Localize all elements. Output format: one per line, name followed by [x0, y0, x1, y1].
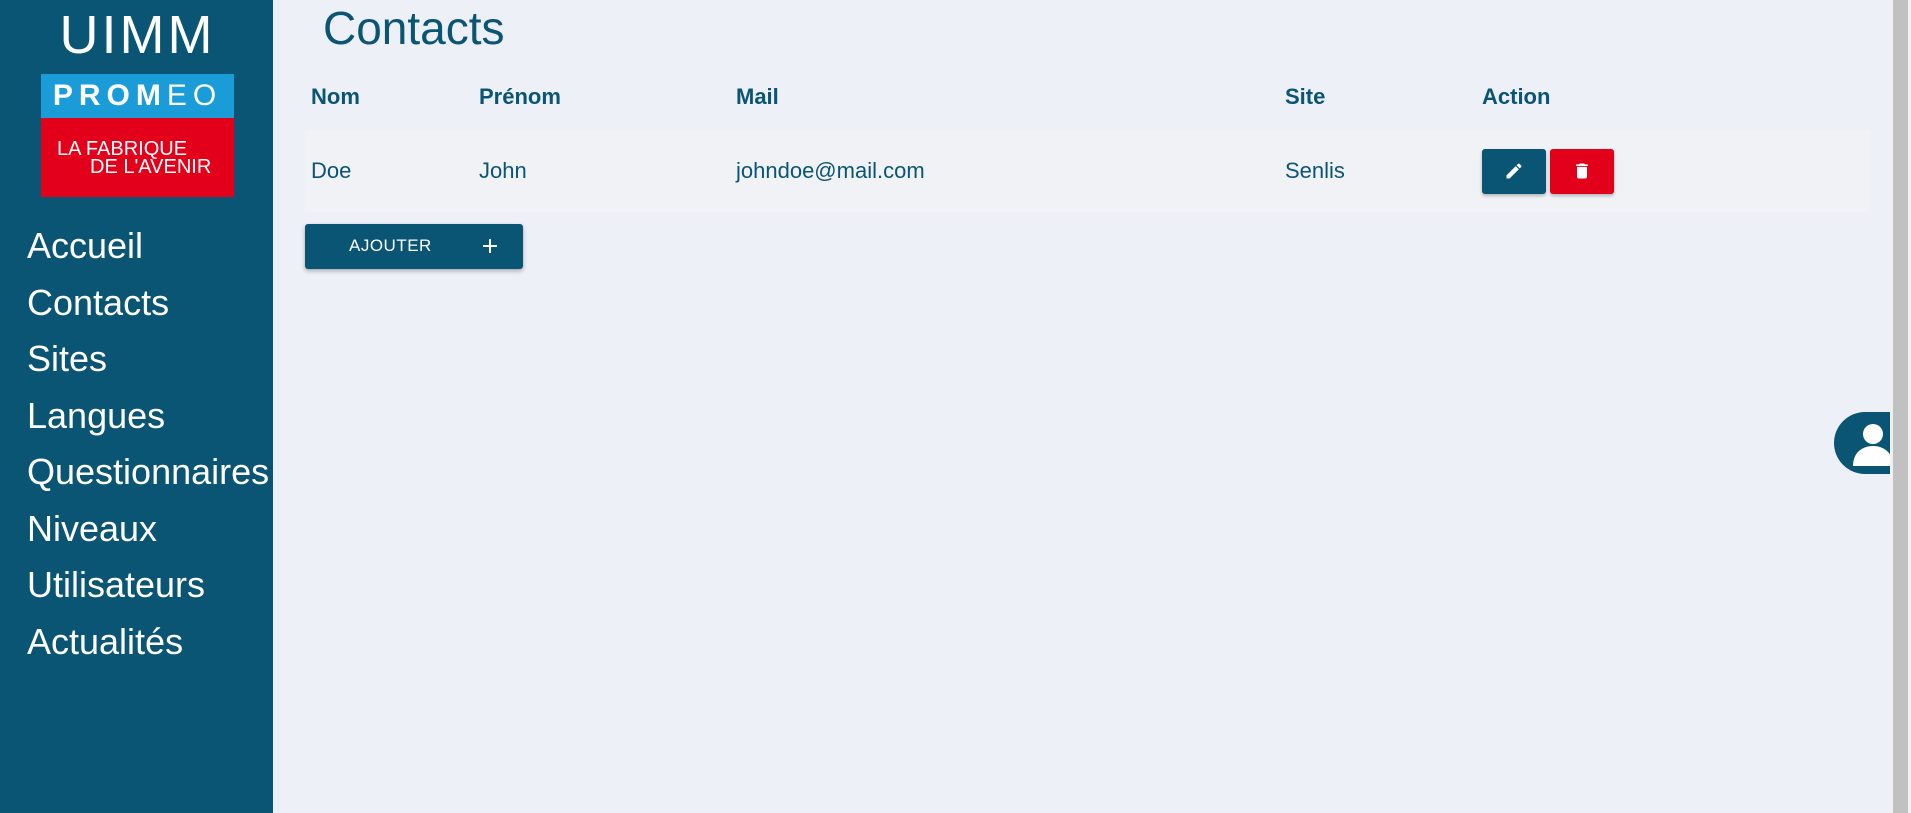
- uimm-promeo-logo[interactable]: UIMM PROMEO LA FABRIQUE DE L'AVENIR: [41, 0, 234, 197]
- sidebar-item-questionnaires[interactable]: Questionnaires: [27, 448, 269, 505]
- sidebar-item-utilisateurs[interactable]: Utilisateurs: [27, 561, 269, 618]
- trash-icon: [1576, 163, 1588, 179]
- table-row: Doe John johndoe@mail.com Senlis: [305, 130, 1870, 212]
- column-header-site: Site: [1285, 84, 1326, 109]
- sidebar-item-contacts[interactable]: Contacts: [27, 279, 269, 336]
- sidebar-nav: Accueil Contacts Sites Langues Questionn…: [27, 222, 269, 674]
- contacts-table: Nom Prénom Mail Site Action Doe John joh…: [305, 78, 1870, 212]
- plus-icon: [483, 239, 497, 253]
- page-title: Contacts: [323, 2, 505, 54]
- column-header-nom: Nom: [311, 84, 360, 109]
- delete-button[interactable]: [1550, 149, 1614, 194]
- logo-uimm-text: UIMM: [41, 0, 234, 74]
- add-contact-button[interactable]: AJOUTER: [305, 224, 523, 269]
- logo-tagline: LA FABRIQUE DE L'AVENIR: [41, 118, 234, 197]
- sidebar: UIMM PROMEO LA FABRIQUE DE L'AVENIR Accu…: [0, 0, 273, 813]
- cell-nom: Doe: [311, 158, 352, 183]
- user-icon: [1853, 424, 1893, 466]
- column-header-mail: Mail: [736, 84, 779, 109]
- sidebar-item-accueil[interactable]: Accueil: [27, 222, 269, 279]
- edit-button[interactable]: [1482, 149, 1546, 194]
- column-header-action: Action: [1482, 84, 1551, 109]
- vertical-scrollbar[interactable]: [1890, 0, 1911, 813]
- pencil-icon: [1506, 163, 1522, 179]
- cell-site: Senlis: [1285, 158, 1345, 183]
- sidebar-item-actualites[interactable]: Actualités: [27, 618, 269, 675]
- logo-promeo-text: PROMEO: [41, 74, 234, 118]
- add-button-label: AJOUTER: [349, 236, 432, 255]
- column-header-prenom: Prénom: [479, 84, 561, 109]
- cell-prenom: John: [479, 158, 527, 183]
- main-content: Contacts Nom Prénom Mail Site Action Doe…: [273, 0, 1890, 813]
- sidebar-item-niveaux[interactable]: Niveaux: [27, 505, 269, 562]
- sidebar-item-sites[interactable]: Sites: [27, 335, 269, 392]
- scrollbar-thumb[interactable]: [1893, 0, 1908, 813]
- cell-mail: johndoe@mail.com: [736, 158, 925, 183]
- sidebar-item-langues[interactable]: Langues: [27, 392, 269, 449]
- table-header: Nom Prénom Mail Site Action: [305, 78, 1870, 130]
